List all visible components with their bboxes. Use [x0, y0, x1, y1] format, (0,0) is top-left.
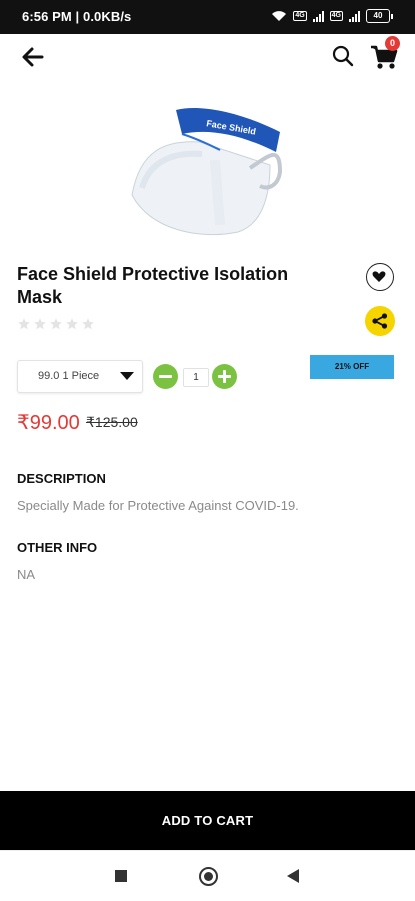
- other-info-text: NA: [17, 567, 36, 582]
- status-icons: 4G 4G 40: [271, 9, 393, 23]
- description-heading: DESCRIPTION: [17, 471, 106, 486]
- status-time: 6:56 PM | 0.0KB/s: [22, 9, 132, 24]
- variant-selected: 99.0 1 Piece: [38, 370, 100, 382]
- share-button[interactable]: [365, 306, 395, 336]
- original-price: ₹125.00: [86, 414, 138, 430]
- sim1-badge: 4G: [293, 11, 307, 21]
- back-button[interactable]: [20, 44, 46, 70]
- signal-icon: [312, 10, 324, 22]
- quantity-increase-button[interactable]: [212, 364, 237, 389]
- arrow-left-icon: [22, 47, 44, 67]
- star-icon: [66, 318, 78, 330]
- add-to-cart-button[interactable]: ADD TO CART: [0, 791, 415, 850]
- wishlist-button[interactable]: [366, 263, 394, 291]
- search-button[interactable]: [331, 44, 355, 68]
- heart-icon: [372, 270, 385, 282]
- quantity-decrease-button[interactable]: [153, 364, 178, 389]
- rating-stars: [17, 317, 95, 331]
- star-icon: [18, 318, 30, 330]
- search-icon: [332, 45, 354, 67]
- recents-icon[interactable]: [115, 870, 127, 882]
- battery-level: 40: [366, 9, 390, 23]
- home-icon[interactable]: [199, 867, 218, 886]
- other-info-heading: OTHER INFO: [17, 540, 98, 555]
- caret-down-icon: [120, 372, 134, 380]
- system-back-icon[interactable]: [287, 869, 299, 883]
- system-nav-bar: [0, 850, 415, 901]
- share-icon: [372, 313, 388, 329]
- product-title: Face Shield Protective Isolation Mask: [17, 264, 289, 307]
- quantity-field[interactable]: 1: [183, 368, 209, 387]
- discount-badge: 21% OFF: [310, 355, 394, 379]
- signal-icon-2: [349, 10, 360, 22]
- app-header: [0, 34, 415, 80]
- description-text: Specially Made for Protective Against CO…: [17, 498, 299, 513]
- star-icon: [82, 318, 94, 330]
- sim2-badge: 4G: [329, 11, 343, 21]
- variant-dropdown[interactable]: 99.0 1 Piece: [17, 360, 143, 393]
- battery-icon: 40: [366, 9, 393, 23]
- wifi-icon: [272, 11, 287, 21]
- star-icon: [50, 318, 62, 330]
- star-icon: [34, 318, 46, 330]
- selling-price: ₹99.00: [17, 412, 80, 434]
- status-bar: 6:56 PM | 0.0KB/s 4G 4G 40: [0, 0, 415, 34]
- product-image: Face Shield: [120, 90, 295, 240]
- cart-count-badge: 0: [385, 36, 400, 51]
